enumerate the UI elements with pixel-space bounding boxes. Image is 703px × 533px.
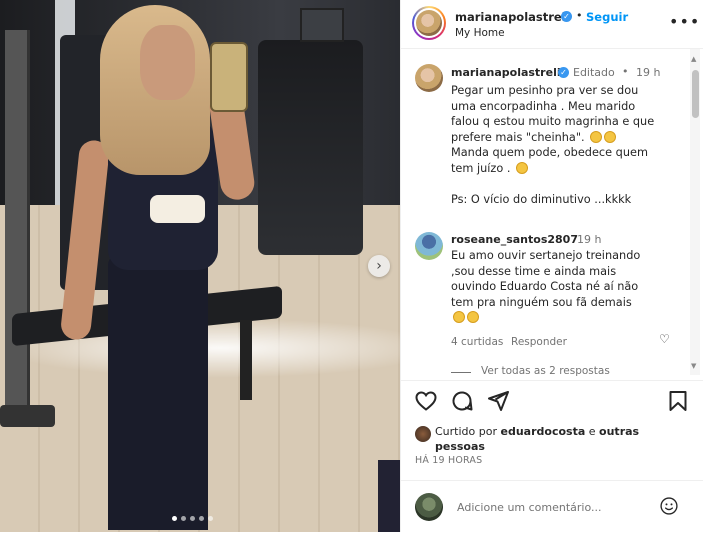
comment-username[interactable]: roseane_santos2807 [451, 233, 578, 246]
caption-text: Pegar um pesinho pra ver se dou uma enco… [451, 83, 686, 207]
post-header: marianapolastreli ✓ • Seguir My Home ••• [401, 0, 703, 49]
view-replies-button[interactable]: Ver todas as 2 respostas [481, 365, 610, 377]
treadmill-screen [300, 8, 344, 42]
emoji-laugh-icon [467, 311, 479, 323]
post-sidebar: marianapolastreli ✓ • Seguir My Home •••… [400, 0, 703, 532]
liked-by-connector: e [588, 425, 596, 438]
caption-avatar[interactable] [415, 64, 443, 92]
phone [210, 42, 248, 112]
add-comment-input[interactable] [455, 500, 639, 515]
caption-line: falou q estou muito magrinha e que [451, 115, 655, 128]
weight-rack [5, 30, 30, 420]
comment-line: tem pra ninguém sou fã demais [451, 295, 632, 309]
comment-icon[interactable] [450, 389, 474, 413]
carousel-next-button[interactable]: › [368, 255, 390, 277]
person-face [140, 25, 195, 100]
replies-divider [451, 372, 471, 373]
heart-icon[interactable] [414, 389, 438, 413]
outfit-trim [150, 195, 205, 223]
comment-line: Eu amo ouvir sertanejo treinando [451, 249, 641, 262]
edited-label: Editado [573, 66, 615, 79]
separator: • [576, 9, 583, 22]
liked-by-user[interactable]: eduardocosta [501, 425, 586, 438]
comment-time: 19 h [577, 233, 602, 246]
liked-by: Curtido por eduardocosta e outras pessoa… [435, 424, 685, 454]
bookmark-icon[interactable] [666, 389, 690, 413]
verified-icon: ✓ [558, 67, 569, 78]
caption-line: Manda quem pode, obedece quem [451, 146, 648, 159]
scroll-thumb[interactable] [692, 70, 699, 118]
weight-rack-base [0, 405, 55, 427]
equipment-edge [378, 460, 400, 532]
emoji-grin-icon [590, 130, 603, 143]
author-username[interactable]: marianapolastreli [455, 10, 570, 24]
emoji-clap-icon [453, 311, 465, 323]
post-time: HÁ 19 HORAS [415, 455, 483, 466]
caption-line [451, 176, 686, 192]
paper-plane-icon[interactable] [486, 389, 510, 413]
comment-line [451, 310, 656, 326]
caption-line: tem juízo . [451, 161, 686, 177]
emoji-grin-icon [604, 130, 617, 143]
carousel-dot [172, 516, 177, 521]
post-actions [401, 380, 703, 421]
treadmill [258, 40, 363, 255]
chevron-right-icon: › [376, 258, 382, 274]
verified-icon: ✓ [561, 11, 572, 22]
author-avatar[interactable] [412, 6, 446, 40]
more-icon[interactable]: ••• [669, 12, 700, 31]
reply-button[interactable]: Responder [511, 336, 567, 348]
emoji-laugh-icon [516, 161, 529, 174]
caption-time: 19 h [636, 66, 661, 79]
carousel-dot [190, 516, 195, 521]
caption-username[interactable]: marianapolastreli [451, 66, 561, 79]
liked-by-prefix: Curtido por [435, 425, 497, 438]
current-user-avatar [415, 493, 443, 521]
separator: • [622, 65, 629, 78]
carousel-dot [208, 516, 213, 521]
scroll-up-icon[interactable]: ▲ [691, 55, 696, 63]
follow-button[interactable]: Seguir [586, 10, 628, 24]
bench-leg [240, 320, 252, 400]
comment-likes[interactable]: 4 curtidas [451, 336, 503, 348]
comment-avatar[interactable] [415, 232, 443, 260]
smile-icon[interactable] [659, 496, 679, 516]
carousel-dot [181, 516, 186, 521]
comment-line: ,sou desse time e ainda mais [451, 264, 617, 278]
caption-line: uma encorpadinha . Meu marido [451, 99, 636, 113]
liked-by-avatar[interactable] [415, 426, 431, 442]
carousel-dots [172, 516, 213, 521]
comments-list[interactable]: marianapolastreli ✓ Editado • 19 h Pegar… [401, 49, 691, 379]
comment-text: Eu amo ouvir sertanejo treinando ,sou de… [451, 248, 656, 326]
carousel-dot [199, 516, 204, 521]
post-location[interactable]: My Home [455, 27, 505, 39]
comment-like-icon[interactable]: ♡ [659, 332, 670, 346]
caption-line: prefere mais "cheinha". [451, 130, 686, 146]
scroll-down-icon[interactable]: ▼ [691, 362, 696, 370]
post-photo[interactable]: › [0, 0, 400, 532]
person-legs [108, 255, 208, 530]
add-comment-bar [401, 480, 703, 533]
caption-line: Ps: O vício do diminutivo ...kkkk [451, 192, 632, 206]
comment-line: ouvindo Eduardo Costa né aí não [451, 280, 639, 293]
caption-line: Pegar um pesinho pra ver se dou [451, 84, 639, 97]
